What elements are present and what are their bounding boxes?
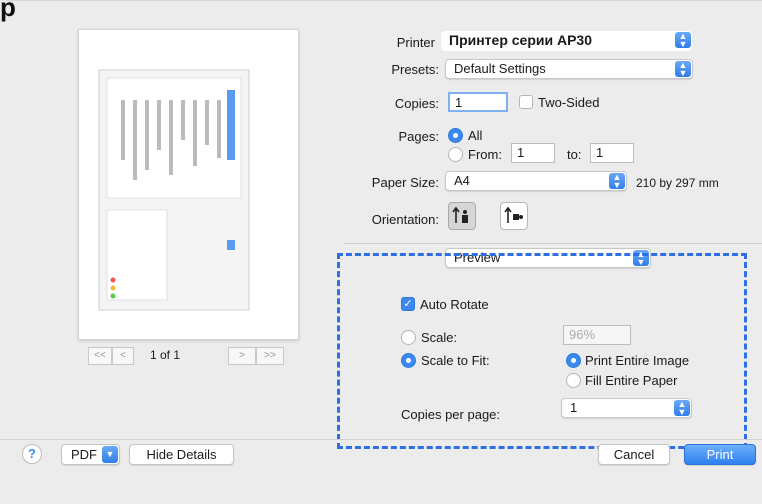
pages-all-radio[interactable]: [448, 128, 463, 143]
cancel-button[interactable]: Cancel: [598, 444, 670, 465]
auto-rotate-checkbox[interactable]: ✓: [401, 297, 415, 311]
chevron-updown-icon: ▲ ▼: [675, 32, 691, 49]
pages-to-label: to:: [567, 147, 582, 162]
copies-field[interactable]: 1: [448, 92, 508, 112]
pages-from-field[interactable]: 1: [511, 143, 555, 163]
pages-from-radio[interactable]: [448, 147, 463, 162]
pdf-label: PDF: [71, 447, 97, 462]
printer-label: Printer: [396, 35, 435, 50]
print-button[interactable]: Print: [684, 444, 756, 465]
presets-label: Presets:: [391, 62, 439, 77]
paper-size-label: Paper Size:: [371, 175, 439, 190]
landscape-orientation-button[interactable]: [500, 202, 528, 230]
chevron-updown-icon: ▲ ▼: [609, 173, 625, 190]
scale-radio[interactable]: [401, 330, 416, 345]
scale-to-fit-radio[interactable]: [401, 353, 416, 368]
print-entire-image-label: Print Entire Image: [585, 353, 690, 368]
corner-glyph: p: [0, 0, 16, 22]
presets-value: Default Settings: [454, 61, 546, 76]
orientation-label: Orientation:: [371, 212, 439, 227]
two-sided-checkbox[interactable]: [519, 95, 533, 109]
printer-value: Принтер серии AP30: [449, 32, 593, 48]
preview-options-highlight: [337, 253, 747, 449]
help-button[interactable]: ?: [22, 444, 42, 464]
auto-rotate-label: Auto Rotate: [420, 297, 489, 312]
page-preview-thumbnail: [98, 69, 250, 311]
scale-field[interactable]: 96%: [563, 325, 631, 345]
previous-page-button[interactable]: <: [112, 347, 134, 365]
section-divider: [344, 243, 762, 244]
landscape-orientation-icon: [504, 206, 523, 223]
hide-details-button[interactable]: Hide Details: [129, 444, 234, 465]
page-preview: [78, 29, 299, 340]
copies-label: Copies:: [394, 96, 439, 111]
copies-per-page-value: 1: [570, 400, 578, 415]
dialog-top-border: [6, 0, 762, 1]
pages-all-label: All: [468, 128, 483, 143]
portrait-orientation-icon: [452, 206, 468, 223]
copies-per-page-label: Copies per page:: [401, 407, 501, 422]
chevron-updown-icon: ▲ ▼: [675, 61, 691, 78]
preview-nav: << < 1 of 1 > >>: [88, 347, 284, 365]
page-indicator: 1 of 1: [150, 348, 181, 362]
pdf-menu-button[interactable]: PDF ▼: [61, 444, 120, 465]
chevron-down-icon: ▼: [102, 446, 118, 463]
pages-to-field[interactable]: 1: [590, 143, 634, 163]
two-sided-label: Two-Sided: [538, 95, 600, 110]
last-page-button[interactable]: >>: [256, 347, 284, 365]
fill-entire-paper-radio[interactable]: [566, 373, 581, 388]
scale-to-fit-label: Scale to Fit:: [421, 353, 490, 368]
paper-size-popup[interactable]: A4 ▲ ▼: [445, 171, 627, 191]
presets-popup[interactable]: Default Settings ▲ ▼: [445, 59, 693, 79]
printer-popup[interactable]: Принтер серии AP30 ▲ ▼: [441, 31, 692, 51]
fill-entire-paper-label: Fill Entire Paper: [585, 373, 678, 388]
paper-dimensions: 210 by 297 mm: [636, 176, 719, 190]
chevron-updown-icon: ▲ ▼: [674, 400, 690, 417]
next-page-button[interactable]: >: [228, 347, 256, 365]
first-page-button[interactable]: <<: [88, 347, 112, 365]
scale-label: Scale:: [421, 330, 458, 345]
pages-label: Pages:: [398, 129, 439, 144]
copies-per-page-popup[interactable]: 1 ▲ ▼: [561, 398, 692, 418]
footer-divider: [0, 439, 762, 440]
portrait-orientation-button[interactable]: [448, 202, 476, 230]
print-entire-image-radio[interactable]: [566, 353, 581, 368]
paper-size-value: A4: [454, 173, 470, 188]
pages-from-label: From:: [468, 147, 502, 162]
